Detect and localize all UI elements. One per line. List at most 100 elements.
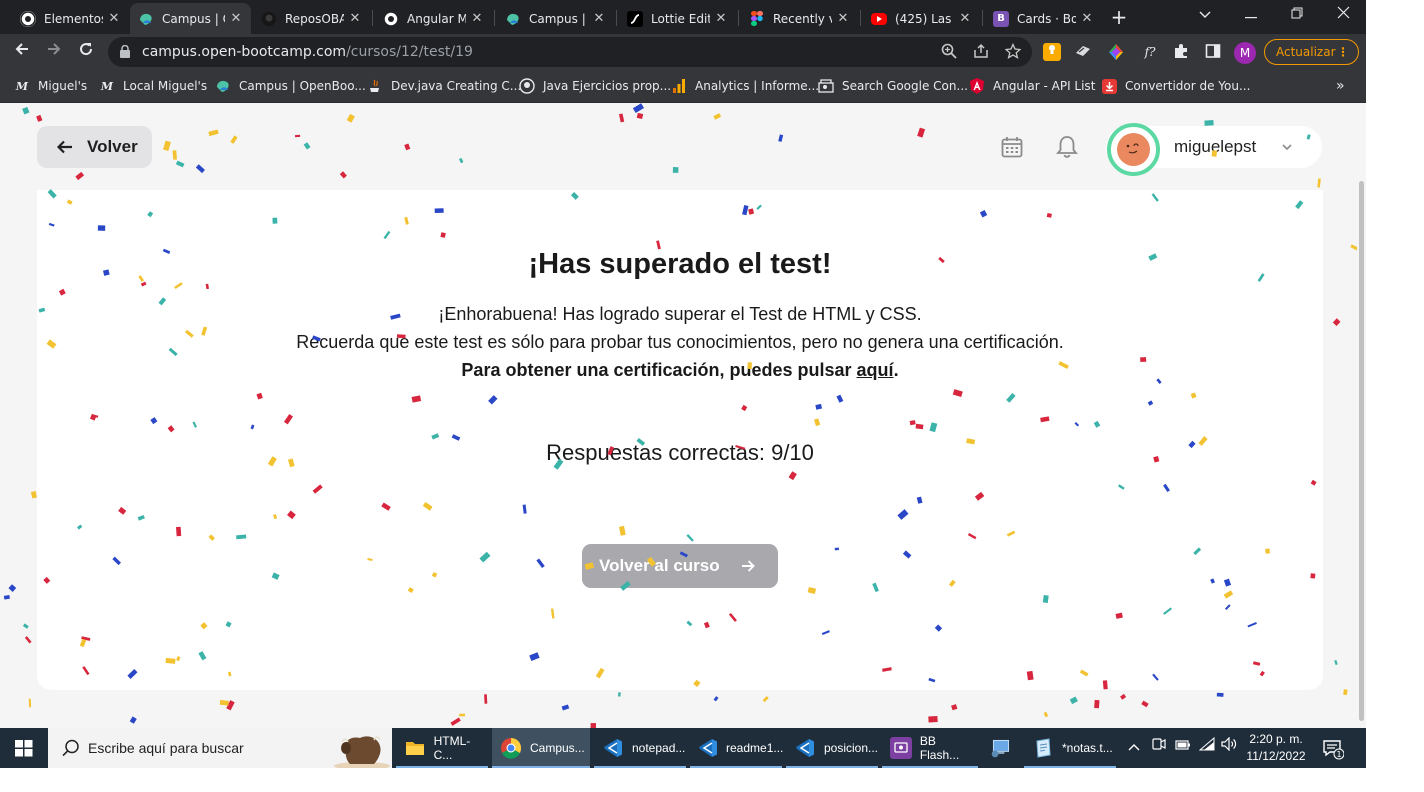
bookmark-star-icon[interactable] — [1004, 42, 1022, 61]
close-window-button[interactable] — [1320, 0, 1366, 32]
taskbar-item[interactable]: *notas.t... — [1024, 728, 1116, 768]
notifications-icon[interactable]: 1 — [1322, 738, 1344, 760]
confetti-piece — [163, 140, 171, 152]
system-clock[interactable]: 2:20 p. m. 11/12/2022 — [1246, 731, 1306, 765]
close-icon[interactable]: ✕ — [470, 11, 484, 26]
tab-separator — [982, 10, 983, 26]
restore-button[interactable] — [1274, 0, 1320, 32]
page-viewport: Volver miguelepst ¡Has superado el test!… — [0, 103, 1366, 728]
taskbar-search-box[interactable]: Escribe aquí para buscar — [48, 728, 392, 768]
confetti-piece — [28, 698, 32, 708]
bookmark-item[interactable]: Search Google Con... — [818, 70, 968, 102]
close-icon[interactable]: ✕ — [836, 11, 850, 26]
close-icon[interactable]: ✕ — [107, 11, 121, 26]
bell-icon[interactable] — [1056, 135, 1078, 159]
tab-title: Cards · Bo — [1017, 11, 1076, 26]
color-picker-extension-icon[interactable] — [1107, 43, 1125, 61]
tab-angular[interactable]: Angular M ✕ — [375, 3, 492, 34]
network-drive-icon — [990, 737, 1012, 759]
new-tab-button[interactable]: + — [1108, 6, 1130, 28]
bookmark-item[interactable]: M Local Miguel's — [99, 70, 207, 102]
tab-elementos[interactable]: Elementos ✕ — [12, 3, 129, 34]
tab-bootstrap[interactable]: B Cards · Bo ✕ — [985, 3, 1102, 34]
url-host: campus.open-bootcamp.com — [142, 44, 347, 60]
taskbar-item[interactable] — [982, 728, 1024, 768]
confetti-piece — [951, 704, 958, 711]
profile-avatar[interactable]: M — [1234, 42, 1256, 64]
taskbar-item[interactable]: HTML-C... — [396, 728, 488, 768]
screen-margin-bottom — [0, 768, 1424, 792]
back-nav-button[interactable] — [8, 38, 36, 66]
tab-title: (425) Las M — [895, 11, 954, 26]
search-highlight-illustration — [334, 736, 390, 768]
confetti-piece — [450, 717, 461, 726]
tab-lottie[interactable]: Lottie Edit ✕ — [619, 3, 736, 34]
tab-campus-active[interactable]: Campus | O ✕ — [130, 3, 251, 34]
tab-separator — [616, 10, 617, 26]
username: miguelepst — [1174, 137, 1257, 156]
close-icon[interactable]: ✕ — [348, 11, 362, 26]
meet-now-icon[interactable] — [1150, 728, 1168, 768]
font-extension-icon[interactable]: f? — [1139, 43, 1161, 61]
show-hidden-icons-button[interactable] — [1126, 728, 1142, 768]
bookmark-item[interactable]: Java Ejercicios prop... — [519, 70, 671, 102]
bookmark-item[interactable]: Analytics | Informe... — [671, 70, 819, 102]
tab-figma[interactable]: Recently vi ✕ — [741, 3, 858, 34]
confetti-piece — [636, 112, 644, 119]
side-panel-icon[interactable] — [1204, 43, 1222, 61]
tab-youtube[interactable]: (425) Las M ✕ — [863, 3, 980, 34]
minimize-button[interactable] — [1228, 0, 1274, 32]
arrow-left-icon — [15, 43, 28, 55]
bookmark-item[interactable]: Campus | OpenBoo... — [215, 70, 366, 102]
close-icon[interactable]: ✕ — [1080, 11, 1094, 26]
reload-button[interactable] — [72, 38, 100, 66]
result-card: ¡Has superado el test! ¡Enhorabuena! Has… — [37, 190, 1323, 690]
bookmark-item[interactable]: Convertidor de You... — [1101, 70, 1250, 102]
battery-icon[interactable] — [1174, 728, 1192, 768]
share-icon[interactable] — [972, 43, 990, 61]
certification-link[interactable]: aquí — [857, 360, 894, 380]
tab-title: Elementos — [44, 11, 103, 26]
chevron-down-icon — [1199, 11, 1211, 18]
tab-search-button[interactable] — [1182, 0, 1228, 32]
reload-icon — [80, 43, 93, 56]
user-menu[interactable]: miguelepst — [1106, 123, 1322, 176]
forward-nav-button[interactable] — [40, 38, 68, 66]
back-to-course-button[interactable]: Volver al curso — [582, 544, 778, 588]
confetti-piece — [458, 157, 464, 164]
calendar-icon[interactable] — [1001, 136, 1023, 158]
page-scrollbar[interactable] — [1357, 103, 1366, 728]
address-bar[interactable]: campus.open-bootcamp.com/cursos/12/test/… — [108, 37, 1032, 67]
keep-extension-icon[interactable] — [1043, 43, 1061, 61]
taskbar-item[interactable]: posicion... — [786, 728, 878, 768]
bookmark-item[interactable]: M Miguel's — [14, 70, 87, 102]
search-placeholder: Escribe aquí para buscar — [88, 740, 244, 756]
scrollbar-thumb[interactable] — [1359, 181, 1364, 721]
confetti-piece — [1043, 711, 1049, 718]
taskbar-item-active[interactable]: Campus... — [492, 728, 590, 768]
close-icon[interactable]: ✕ — [958, 11, 972, 26]
extension-icon[interactable] — [1074, 43, 1092, 61]
chrome-icon — [500, 737, 522, 759]
bookmark-item[interactable]: Dev.java Creating C... — [367, 70, 521, 102]
clock-date: 11/12/2022 — [1246, 749, 1306, 763]
close-icon[interactable]: ✕ — [229, 11, 243, 26]
bookmarks-overflow-button[interactable]: » — [1336, 70, 1345, 102]
wifi-icon[interactable] — [1198, 728, 1216, 768]
taskbar-item[interactable]: BB Flash... — [882, 728, 978, 768]
start-button[interactable] — [0, 728, 48, 768]
tab-campus[interactable]: Campus | O ✕ — [497, 3, 614, 34]
puzzle-extensions-icon[interactable] — [1172, 43, 1190, 61]
taskbar-item[interactable]: notepad... — [594, 728, 686, 768]
zoom-icon[interactable] — [940, 43, 958, 61]
tab-repos[interactable]: ReposOBA ✕ — [253, 3, 370, 34]
update-button[interactable]: Actualizar ⋮ — [1264, 39, 1359, 65]
volume-icon[interactable] — [1220, 728, 1238, 768]
taskbar-item[interactable]: readme1... — [690, 728, 783, 768]
close-icon[interactable]: ✕ — [714, 11, 728, 26]
back-button[interactable]: Volver — [37, 126, 152, 168]
close-icon[interactable]: ✕ — [592, 11, 606, 26]
confetti-piece — [1094, 699, 1100, 709]
bookmark-item[interactable]: Angular - API List — [969, 70, 1095, 102]
flashback-icon — [890, 737, 912, 759]
